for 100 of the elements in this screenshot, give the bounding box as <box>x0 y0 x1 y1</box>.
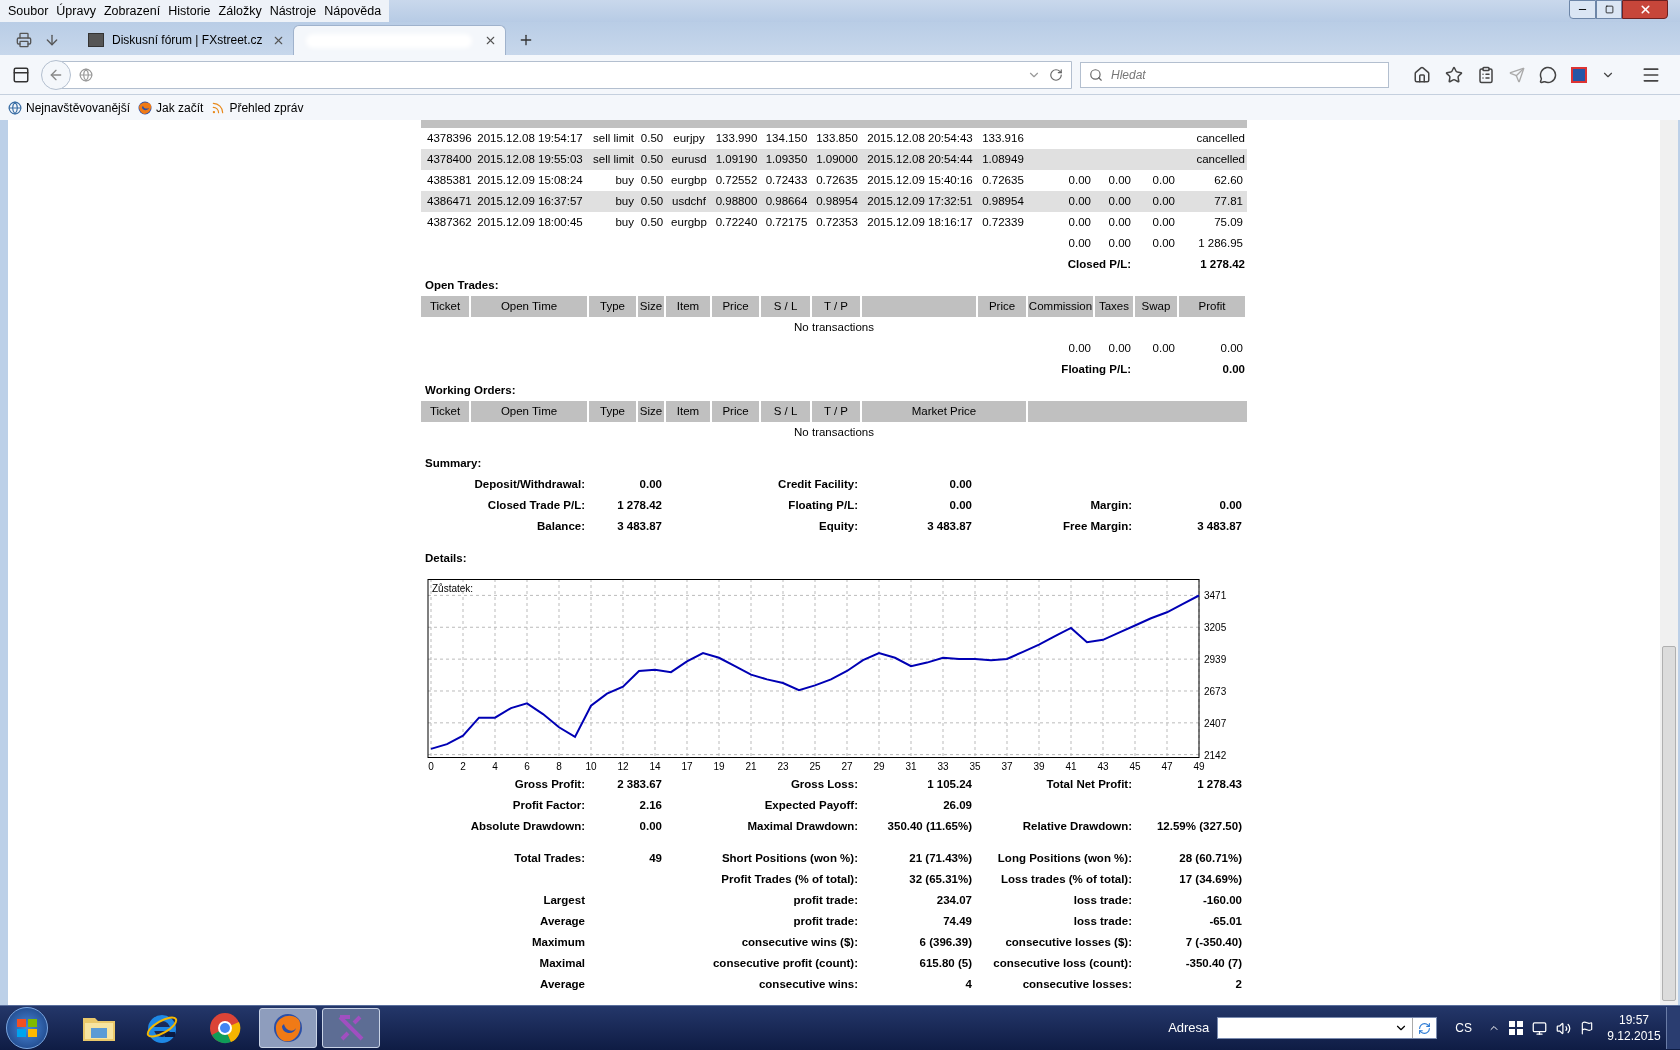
bookmark-link[interactable]: Přehled zpráv <box>229 98 304 117</box>
bookmark-link[interactable]: Jak začít <box>156 98 204 117</box>
stat-value: 2 <box>1235 976 1242 992</box>
stat-value: 1 278.42 <box>617 497 662 513</box>
x-axis-label: 35 <box>969 761 981 772</box>
scrollbar[interactable] <box>1660 120 1678 1005</box>
stat-value: 615.80 (5) <box>919 955 972 971</box>
favicon-icon <box>88 33 104 47</box>
menu-item[interactable]: Nástroje <box>265 1 321 21</box>
table-cell-text: 2015.12.09 18:00:45 <box>477 214 583 230</box>
table-cell-text: 0.72635 <box>816 172 858 188</box>
table-cell-text: 0.98954 <box>816 193 858 209</box>
stat-label: Equity: <box>819 518 858 534</box>
new-tab-icon[interactable] <box>518 32 534 48</box>
x-axis-label: 2 <box>460 761 466 772</box>
stat-value: 0.00 <box>639 818 662 834</box>
stat-value: 1 105.24 <box>927 776 972 792</box>
table-cell-text: eurjpy <box>673 130 705 146</box>
language-indicator[interactable]: CS <box>1455 1019 1472 1037</box>
star-icon[interactable] <box>1445 65 1463 84</box>
minimize-button[interactable] <box>1569 0 1596 19</box>
column-header: Price <box>712 296 761 317</box>
total-value: 0.00 <box>1222 361 1245 377</box>
stat-value: -65.01 <box>1209 913 1242 929</box>
table-cell-text: 133.990 <box>715 130 758 146</box>
stat-value: 0.00 <box>1219 497 1242 513</box>
x-axis-label: 25 <box>809 761 821 772</box>
table-cell-text: 0.50 <box>640 172 664 188</box>
addon-icon[interactable] <box>1571 66 1587 83</box>
menu-item[interactable]: Nápověda <box>320 1 386 21</box>
y-axis-label: 2673 <box>1204 686 1227 697</box>
download-icon[interactable] <box>44 32 60 48</box>
stat-label: Relative Drawdown: <box>1022 818 1132 834</box>
empty-message: No transactions <box>794 319 874 335</box>
stat-label: Free Margin: <box>1063 518 1132 534</box>
table-cell-text: 0.98800 <box>715 193 758 209</box>
flag-icon[interactable] <box>1580 1021 1594 1035</box>
print-icon[interactable] <box>16 32 32 48</box>
y-axis-label: 2142 <box>1204 749 1227 761</box>
stat-label: Maximum <box>531 934 585 950</box>
menu-item[interactable]: Úpravy <box>52 1 100 21</box>
start-button[interactable] <box>6 1007 48 1049</box>
table-cell-text: sell limit <box>593 151 634 167</box>
search-icon <box>1089 67 1103 82</box>
home-icon[interactable] <box>1413 65 1431 84</box>
x-axis-label: 29 <box>873 761 885 772</box>
menu-item[interactable]: Soubor <box>4 1 53 21</box>
x-axis-label: 41 <box>1065 761 1077 772</box>
table-cell-text: 0.00 <box>1108 235 1131 251</box>
x-axis-label: 0 <box>428 761 434 772</box>
stat-label: Average <box>540 976 585 992</box>
table-cell-text: 2015.12.09 15:08:24 <box>477 172 583 188</box>
stat-label: Total Net Profit: <box>1046 776 1132 792</box>
stat-label: Profit Factor: <box>512 797 585 813</box>
x-axis-label: 43 <box>1097 761 1109 772</box>
close-tab-icon[interactable] <box>484 34 497 47</box>
search-field[interactable]: Hledat <box>1080 61 1389 88</box>
chat-icon[interactable] <box>1539 65 1557 84</box>
empty-message: No transactions <box>794 424 874 440</box>
column-header: Type <box>589 296 638 317</box>
x-axis-label: 12 <box>617 761 629 772</box>
maximize-icon <box>1604 5 1614 14</box>
volume-icon[interactable] <box>1556 1020 1571 1036</box>
address-field[interactable] <box>1217 1017 1438 1039</box>
x-axis-label: 49 <box>1193 761 1205 772</box>
column-header: S / L <box>761 401 812 422</box>
reload-icon[interactable] <box>1049 67 1063 82</box>
column-header: Swap <box>1135 296 1179 317</box>
maximize-button[interactable] <box>1596 0 1622 19</box>
menu-item[interactable]: Záložky <box>214 1 266 21</box>
menu-item[interactable]: Zobrazení <box>99 1 165 21</box>
table-cell-text: sell limit <box>593 130 634 146</box>
clock[interactable]: 19:57 9.12.2015 <box>1608 1012 1660 1044</box>
table-cell-text: 134.150 <box>765 130 808 146</box>
table-cell-text: 0.00 <box>1152 172 1175 188</box>
menu-item[interactable]: Historie <box>164 1 215 21</box>
windows-icon[interactable] <box>1509 1021 1523 1035</box>
clipboard-icon[interactable] <box>1477 65 1495 84</box>
stat-value: 2.16 <box>639 797 662 813</box>
search-input[interactable]: Hledat <box>1111 65 1380 84</box>
column-header: Profit <box>1179 296 1247 317</box>
close-button[interactable] <box>1622 0 1668 19</box>
stat-value: 350.40 (11.65%) <box>887 818 972 834</box>
table-cell-text: 0.00 <box>1068 193 1091 209</box>
stat-value: 28 (60.71%) <box>1179 850 1242 866</box>
bookmark-link[interactable]: Nejnavštěvovanější <box>26 98 131 117</box>
stat-label: profit trade: <box>793 892 858 908</box>
column-header: Price <box>978 296 1028 317</box>
stat-label: Long Positions (won %): <box>997 850 1132 866</box>
table-cell-text: 0.00 <box>1152 193 1175 209</box>
table-cell-text: 4386471 <box>427 193 472 209</box>
sidebar-icon[interactable] <box>12 65 30 84</box>
column-header: Open Time <box>471 296 589 317</box>
total-label: Floating P/L: <box>1061 361 1131 377</box>
column-header: Price <box>712 401 761 422</box>
network-icon[interactable] <box>1532 1020 1547 1036</box>
show-desktop-button[interactable] <box>1666 1007 1680 1049</box>
stat-value: 2 383.67 <box>617 776 662 792</box>
browser-tab[interactable]: Diskusní fórum | FXstreet.cz <box>80 25 293 55</box>
stat-label: profit trade: <box>793 913 858 929</box>
